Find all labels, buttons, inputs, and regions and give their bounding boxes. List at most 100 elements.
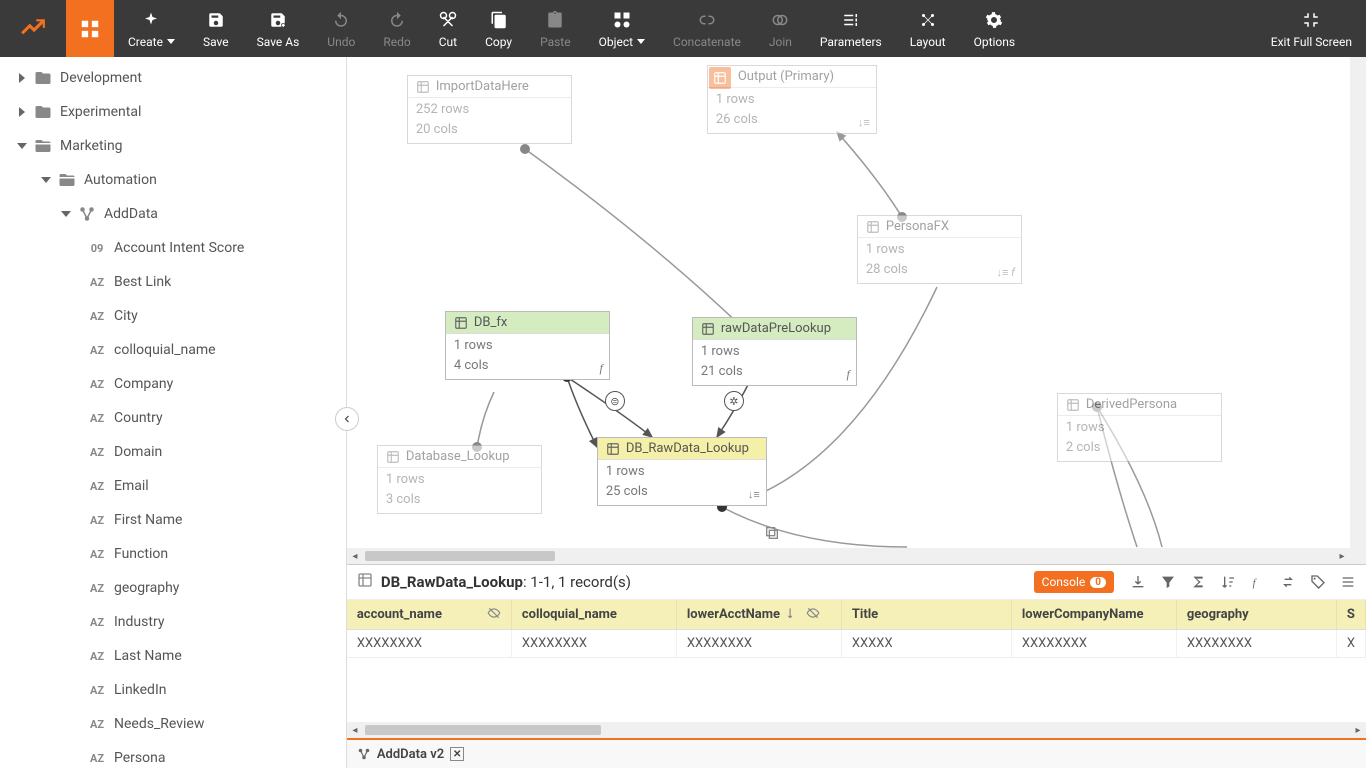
copy-button[interactable]: Copy	[471, 0, 526, 57]
redo-button[interactable]: Redo	[369, 0, 424, 57]
layout-button[interactable]: Layout	[896, 0, 960, 57]
node-derivedpersona[interactable]: DerivedPersona 1 rows2 cols	[1057, 393, 1222, 462]
scrollbar-thumb[interactable]	[365, 551, 555, 561]
eye-off-icon[interactable]	[806, 606, 820, 624]
download-icon[interactable]	[1130, 574, 1146, 590]
tree-field-item[interactable]: AZLast Name	[0, 639, 346, 673]
list-icon[interactable]	[1340, 574, 1356, 590]
layout-icon	[919, 9, 937, 31]
column-header[interactable]: lowerCompanyName	[1022, 607, 1144, 622]
column-header[interactable]: lowerAcctName	[687, 607, 780, 622]
node-personafx[interactable]: PersonaFX 1 rows28 cols↓≡ f	[857, 215, 1022, 284]
tree-field-item[interactable]: AZFirst Name	[0, 503, 346, 537]
tree-field-item[interactable]: AZBest Link	[0, 265, 346, 299]
tree-field-item[interactable]: AZCity	[0, 299, 346, 333]
field-label: Function	[114, 546, 168, 562]
create-button[interactable]: Create	[114, 0, 189, 57]
folder-open-icon	[32, 137, 54, 155]
collapse-sidebar-button[interactable]	[335, 407, 359, 431]
undo-label: Undo	[327, 35, 355, 49]
cut-button[interactable]: Cut	[425, 0, 471, 57]
canvas-scrollbar-horizontal[interactable]: ◂ ▸	[347, 548, 1350, 564]
grid-scrollbar[interactable]: ◂ ▸	[347, 722, 1366, 738]
canvas[interactable]: ⊜ ✲ ImportDataHere 252 rows20 cols Outpu…	[347, 57, 1366, 564]
tree-field-item[interactable]: AZEmail	[0, 469, 346, 503]
node-dbfx[interactable]: DB_fx 1 rows4 colsf	[445, 311, 610, 380]
tag-icon[interactable]	[1310, 574, 1326, 590]
canvas-scrollbar-vertical[interactable]	[1350, 57, 1366, 564]
column-header[interactable]: account_name	[357, 607, 442, 622]
parameters-button[interactable]: Parameters	[806, 0, 896, 57]
scrollbar-thumb[interactable]	[365, 725, 601, 735]
edge-operator-icon[interactable]: ✲	[724, 391, 744, 411]
sort-icon[interactable]	[786, 606, 800, 624]
paste-button[interactable]: Paste	[526, 0, 585, 57]
concatenate-button[interactable]: Concatenate	[659, 0, 755, 57]
scroll-left-icon[interactable]: ◂	[347, 722, 363, 738]
filter-icon[interactable]	[1160, 574, 1176, 590]
field-label: geography	[114, 580, 179, 596]
scroll-right-icon[interactable]: ▸	[1350, 722, 1366, 738]
app-logo[interactable]	[0, 0, 66, 57]
workspace-icon[interactable]	[66, 0, 114, 57]
tree-field-item[interactable]: AZcolloquial_name	[0, 333, 346, 367]
tree-item-adddata[interactable]: AddData	[0, 197, 346, 231]
object-button[interactable]: Object	[585, 0, 659, 57]
cell: XXXXXXXX	[677, 630, 842, 657]
tree-field-item[interactable]: AZDomain	[0, 435, 346, 469]
options-button[interactable]: Options	[960, 0, 1030, 57]
node-databaselookup[interactable]: Database_Lookup 1 rows3 cols	[377, 445, 542, 514]
tree-folder-marketing[interactable]: Marketing	[0, 129, 346, 163]
node-title: rawDataPreLookup	[721, 321, 831, 336]
tree-field-item[interactable]: AZFunction	[0, 537, 346, 571]
tree-field-item[interactable]: 09Account Intent Score	[0, 231, 346, 265]
tree-field-item[interactable]: AZNeeds_Review	[0, 707, 346, 741]
tree-field-item[interactable]: AZCompany	[0, 367, 346, 401]
node-title: PersonaFX	[886, 219, 949, 234]
column-header[interactable]: geography	[1187, 607, 1249, 622]
grid-row[interactable]: XXXXXXXX XXXXXXXX XXXXXXXX XXXXX XXXXXXX…	[347, 630, 1366, 658]
swap-icon[interactable]	[1280, 574, 1296, 590]
column-header[interactable]: S	[1347, 607, 1355, 622]
node-title: ImportDataHere	[436, 79, 529, 94]
console-button[interactable]: Console0	[1034, 571, 1114, 593]
exit-fullscreen-button[interactable]: Exit Full Screen	[1257, 0, 1366, 57]
undo-button[interactable]: Undo	[313, 0, 369, 57]
node-output[interactable]: Output (Primary) 1 rows26 cols↓≡	[707, 65, 877, 134]
node-cols: 20 cols	[416, 120, 563, 140]
tree-folder-automation[interactable]: Automation	[0, 163, 346, 197]
save-button[interactable]: Save	[189, 0, 243, 57]
tree-field-item[interactable]: AZCountry	[0, 401, 346, 435]
node-rows: 1 rows	[454, 336, 601, 356]
field-type-badge: AZ	[86, 752, 108, 765]
node-rawdataprelookup[interactable]: rawDataPreLookup 1 rows21 colsf	[692, 317, 857, 386]
tree-field-item[interactable]: AZLinkedIn	[0, 673, 346, 707]
tree-folder-development[interactable]: Development	[0, 61, 346, 95]
node-dbrawdatalookup[interactable]: DB_RawData_Lookup 1 rows25 cols↓≡	[597, 437, 767, 506]
copy-icon	[490, 9, 508, 31]
column-header[interactable]: colloquial_name	[522, 607, 617, 622]
tree-field-item[interactable]: AZPersona	[0, 741, 346, 768]
fx-icon[interactable]: f	[1250, 574, 1266, 590]
node-importdatahere[interactable]: ImportDataHere 252 rows20 cols	[407, 75, 572, 144]
column-header[interactable]: Title	[852, 607, 878, 622]
join-button[interactable]: Join	[755, 0, 806, 57]
close-tab-button[interactable]: ✕	[450, 747, 464, 761]
node-rows: 1 rows	[606, 462, 758, 482]
eye-off-icon[interactable]	[487, 606, 501, 624]
tree-folder-experimental[interactable]: Experimental	[0, 95, 346, 129]
scroll-left-icon[interactable]: ◂	[347, 548, 363, 564]
edge-operator-icon[interactable]: ⊜	[605, 391, 625, 411]
data-grid[interactable]: account_name colloquial_name lowerAcctNa…	[347, 600, 1366, 722]
tree-field-item[interactable]: AZIndustry	[0, 605, 346, 639]
sidebar-tree[interactable]: Development Experimental Marketing Autom…	[0, 57, 347, 768]
sort-icon[interactable]	[1220, 574, 1236, 590]
sigma-icon[interactable]	[1190, 574, 1206, 590]
tree-field-item[interactable]: AZgeography	[0, 571, 346, 605]
field-label: Industry	[114, 614, 164, 630]
tab-adddata[interactable]: AddData v2 ✕	[347, 740, 474, 768]
copy-node-icon[interactable]	[764, 525, 780, 545]
save-as-button[interactable]: Save As	[243, 0, 314, 57]
console-count: 0	[1090, 577, 1106, 588]
scroll-right-icon[interactable]: ▸	[1334, 548, 1350, 564]
